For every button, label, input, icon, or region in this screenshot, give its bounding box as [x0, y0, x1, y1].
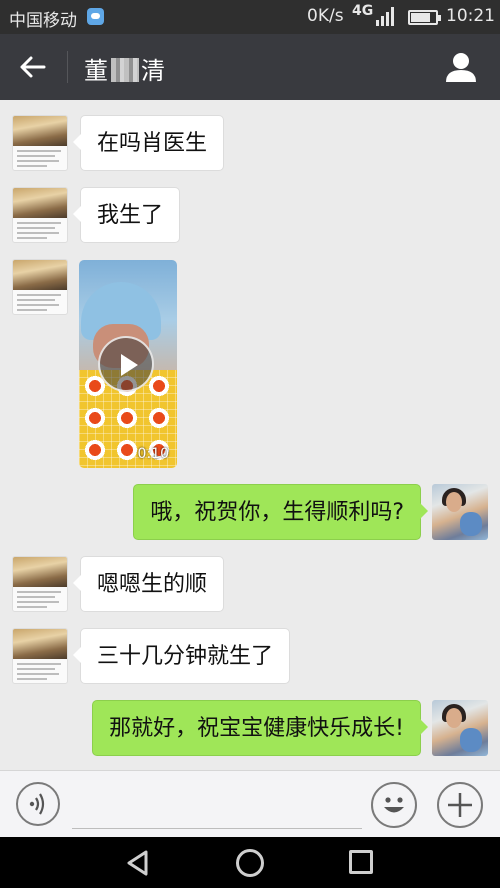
network-speed: 0K/s — [307, 6, 344, 26]
battery-level — [411, 13, 430, 22]
network-type: 4G — [352, 3, 374, 19]
status-bar: 中国移动 0K/s 4G 10:21 — [0, 0, 500, 34]
redacted-name-blur — [111, 58, 139, 82]
nav-home-icon[interactable] — [236, 849, 264, 877]
contact-avatar[interactable] — [12, 187, 68, 243]
plus-icon — [448, 793, 472, 817]
my-avatar[interactable] — [432, 484, 488, 540]
my-avatar[interactable] — [432, 700, 488, 756]
message-input[interactable] — [72, 781, 362, 829]
emoji-icon — [384, 797, 404, 813]
back-arrow-icon[interactable] — [14, 50, 50, 84]
contact-name-last: 清 — [141, 57, 166, 85]
header-divider — [67, 51, 68, 83]
message-list[interactable]: 在吗肖医生 我生了 0:10 哦，祝贺你，生得顺利吗? 嗯嗯生的顺 三十几分钟就… — [0, 100, 500, 770]
contact-avatar[interactable] — [12, 556, 68, 612]
contact-avatar[interactable] — [12, 259, 68, 315]
video-message[interactable]: 0:10 — [79, 260, 177, 468]
emoji-button[interactable] — [371, 782, 417, 828]
battery-icon — [408, 10, 441, 25]
contact-name: 董清 — [84, 51, 166, 86]
message-bubble-incoming[interactable]: 嗯嗯生的顺 — [72, 556, 225, 612]
clock: 10:21 — [446, 6, 495, 26]
contact-avatar[interactable] — [12, 115, 68, 171]
play-icon[interactable] — [98, 336, 154, 392]
chat-header: 董清 — [0, 34, 500, 100]
contact-avatar[interactable] — [12, 628, 68, 684]
voice-input-button[interactable] — [16, 782, 60, 826]
nav-recents-icon[interactable] — [349, 850, 373, 874]
system-nav-bar — [0, 837, 500, 888]
video-duration: 0:10 — [137, 446, 169, 462]
more-options-button[interactable] — [437, 782, 483, 828]
nav-back-icon[interactable] — [124, 849, 152, 877]
contact-profile-icon[interactable] — [442, 48, 480, 86]
message-bubble-incoming[interactable]: 三十几分钟就生了 — [72, 628, 291, 684]
message-bubble-incoming[interactable]: 在吗肖医生 — [72, 115, 225, 171]
voice-icon — [29, 793, 45, 815]
input-bar — [0, 770, 500, 837]
message-bubble-outgoing[interactable]: 那就好，祝宝宝健康快乐成长! — [92, 700, 428, 756]
carrier-name: 中国移动 — [9, 11, 77, 31]
message-bubble-outgoing[interactable]: 哦，祝贺你，生得顺利吗? — [133, 484, 428, 540]
message-bubble-incoming[interactable]: 我生了 — [72, 187, 181, 243]
notification-app-icon — [87, 8, 104, 25]
signal-icon — [376, 7, 394, 26]
contact-name-first: 董 — [84, 57, 109, 85]
